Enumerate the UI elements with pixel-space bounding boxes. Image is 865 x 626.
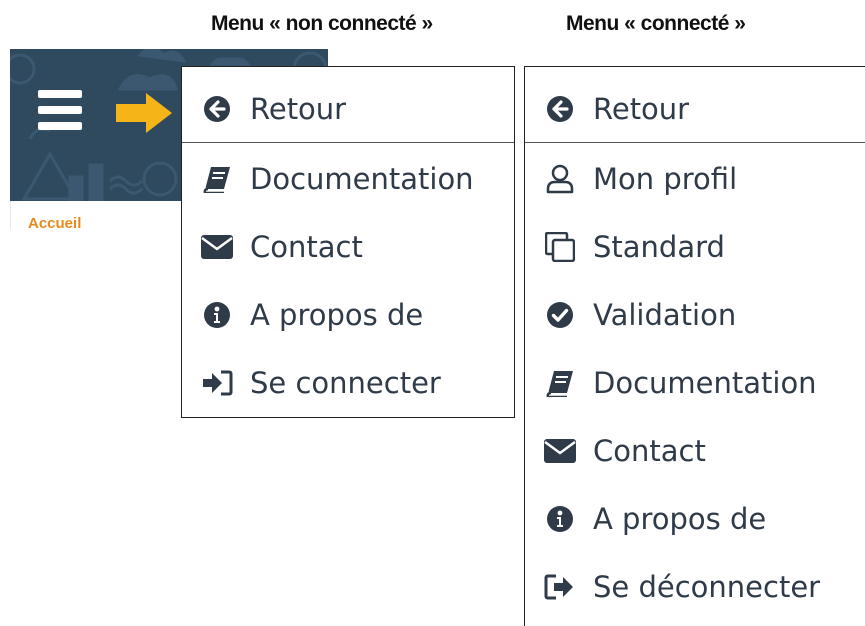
menu-item-contact[interactable]: Contact	[525, 421, 865, 481]
check-circle-icon	[543, 298, 577, 332]
book-icon	[200, 162, 234, 196]
menu-item-documentation[interactable]: Documentation	[182, 149, 514, 209]
arrow-circle-left-icon	[543, 92, 577, 126]
menu-item-documentation[interactable]: Documentation	[525, 353, 865, 413]
menu-item-retour[interactable]: Retour	[182, 79, 514, 139]
menu-item-label: Se déconnecter	[593, 570, 821, 604]
caption-user-menu: Menu « connecté »	[566, 12, 746, 35]
arrow-circle-left-icon	[200, 92, 234, 126]
hamburger-menu-icon[interactable]	[38, 90, 82, 130]
menu-item-a-propos[interactable]: A propos de	[182, 285, 514, 345]
menu-item-retour[interactable]: Retour	[525, 79, 865, 139]
menu-item-contact[interactable]: Contact	[182, 217, 514, 277]
menu-item-label: Se connecter	[250, 366, 441, 400]
book-icon	[543, 366, 577, 400]
menu-item-label: Contact	[593, 434, 706, 468]
menu-item-label: Retour	[250, 92, 347, 126]
sign-out-icon	[543, 570, 577, 604]
info-circle-icon	[543, 502, 577, 536]
menu-item-label: Validation	[593, 298, 737, 332]
breadcrumb-home[interactable]: Accueil	[28, 215, 81, 232]
pointer-arrow-icon	[116, 93, 172, 133]
menu-item-label: A propos de	[250, 298, 424, 332]
menu-item-se-deconnecter[interactable]: Se déconnecter	[525, 557, 865, 617]
menu-item-mon-profil[interactable]: Mon profil	[525, 149, 865, 209]
menu-item-standard[interactable]: Standard	[525, 217, 865, 277]
info-circle-icon	[200, 298, 234, 332]
user-icon	[543, 162, 577, 196]
menu-item-validation[interactable]: Validation	[525, 285, 865, 345]
envelope-icon	[543, 434, 577, 468]
menu-item-label: Retour	[593, 92, 690, 126]
menu-divider	[525, 142, 865, 143]
menu-divider	[182, 142, 514, 143]
menu-item-label: Contact	[250, 230, 363, 264]
menu-item-se-connecter[interactable]: Se connecter	[182, 353, 514, 413]
copy-icon	[543, 230, 577, 264]
menu-item-label: A propos de	[593, 502, 767, 536]
menu-item-a-propos[interactable]: A propos de	[525, 489, 865, 549]
envelope-icon	[200, 230, 234, 264]
menu-item-label: Mon profil	[593, 162, 738, 196]
menu-item-label: Standard	[593, 230, 725, 264]
menu-item-label: Documentation	[593, 366, 817, 400]
menu-item-label: Documentation	[250, 162, 474, 196]
caption-guest-menu: Menu « non connecté »	[211, 12, 433, 35]
guest-menu-panel: Retour Documentation Contact A propos de…	[181, 66, 515, 418]
sign-in-icon	[200, 366, 234, 400]
user-menu-panel: Retour Mon profil Standard Validation Do…	[524, 66, 865, 626]
